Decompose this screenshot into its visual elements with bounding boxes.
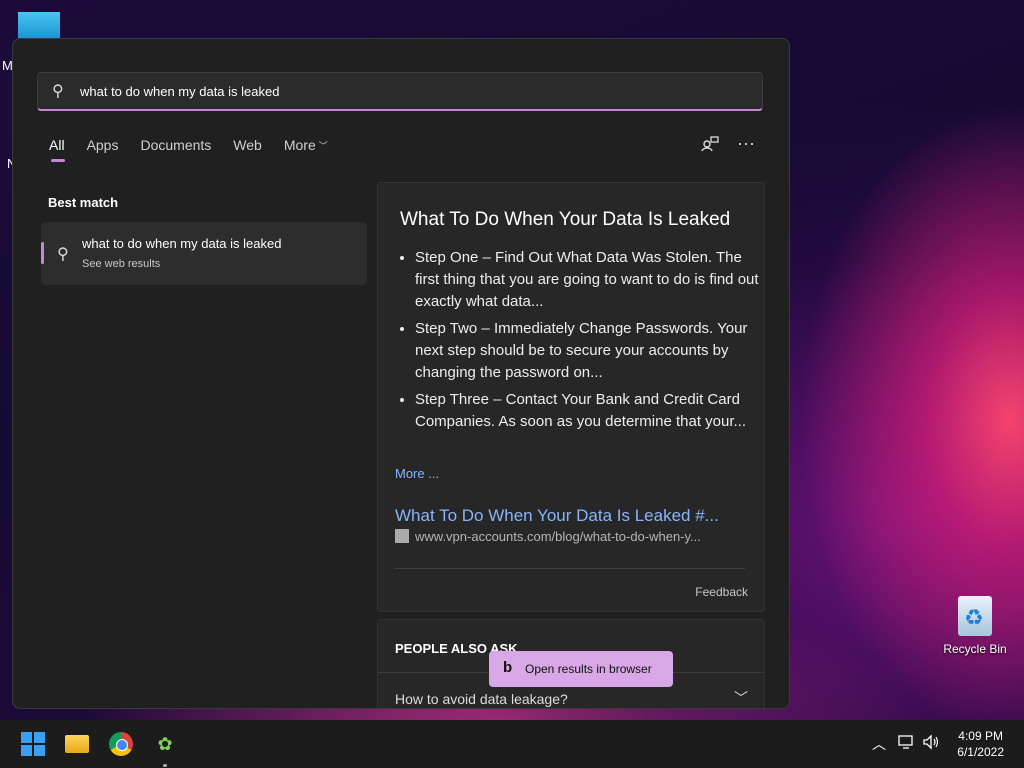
volume-icon[interactable] — [922, 734, 940, 753]
tab-web[interactable]: Web — [233, 137, 262, 163]
more-options-icon[interactable]: ··· — [737, 133, 755, 154]
clock-time: 4:09 PM — [958, 729, 1003, 743]
result-link[interactable]: What To Do When Your Data Is Leaked #... — [395, 506, 719, 526]
tab-all[interactable]: All — [49, 137, 65, 163]
paa-question[interactable]: How to avoid data leakage? — [395, 691, 568, 707]
tab-more-label: More — [283, 137, 316, 153]
list-item: Step One – Find Out What Data Was Stolen… — [415, 247, 765, 313]
open-in-browser-label: Open results in browser — [525, 662, 652, 676]
chevron-down-icon: ﹀ — [318, 141, 328, 151]
result-url-text: www.vpn-accounts.com/blog/what-to-do-whe… — [415, 529, 701, 544]
preview-steps: Step One – Find Out What Data Was Stolen… — [400, 247, 765, 438]
feedback-link[interactable]: Feedback — [695, 585, 748, 599]
app-icon[interactable]: ✿ — [153, 732, 177, 756]
web-preview-card: What To Do When Your Data Is Leaked Step… — [377, 182, 765, 612]
search-icon: ⚲ — [57, 246, 69, 263]
search-icon: ⚲ — [52, 83, 64, 100]
result-url[interactable]: www.vpn-accounts.com/blog/what-to-do-whe… — [395, 529, 701, 544]
best-match-heading: Best match — [48, 195, 119, 210]
bing-icon: b — [503, 659, 513, 676]
selection-indicator — [41, 242, 44, 264]
chevron-down-icon[interactable]: ﹀ — [734, 688, 748, 708]
search-input[interactable] — [78, 79, 742, 103]
best-match-title: what to do when my data is leaked — [82, 236, 282, 251]
clock[interactable]: 4:09 PM 6/1/2022 — [957, 728, 1004, 760]
open-in-browser-button[interactable]: b Open results in browser — [489, 651, 673, 687]
chevron-up-icon[interactable]: ︿ — [872, 734, 886, 754]
preview-title: What To Do When Your Data Is Leaked — [400, 209, 731, 230]
search-panel: ⚲ All Apps Documents Web More﹀ ··· Best … — [12, 38, 790, 709]
account-switch-icon[interactable] — [701, 135, 719, 158]
tab-documents[interactable]: Documents — [140, 137, 211, 163]
chrome-icon[interactable] — [109, 732, 133, 756]
windows-start-icon[interactable] — [21, 732, 45, 756]
file-explorer-icon[interactable] — [65, 735, 89, 753]
favicon-icon — [395, 529, 409, 543]
clock-date: 6/1/2022 — [957, 745, 1004, 759]
running-indicator — [163, 764, 167, 767]
recycle-bin-icon — [958, 596, 992, 636]
tab-apps[interactable]: Apps — [87, 137, 119, 163]
more-link[interactable]: More ... — [395, 466, 439, 481]
recycle-bin-label: Recycle Bin — [943, 642, 1007, 656]
list-item: Step Three – Contact Your Bank and Credi… — [415, 389, 765, 433]
list-item: Step Two – Immediately Change Passwords.… — [415, 318, 765, 384]
taskbar: ✿ ︿ 4:09 PM 6/1/2022 — [0, 720, 1024, 768]
best-match-item[interactable]: ⚲ what to do when my data is leaked See … — [41, 222, 367, 285]
network-icon[interactable] — [898, 734, 916, 753]
best-match-subtitle: See web results — [82, 258, 161, 270]
search-tabs: All Apps Documents Web More ﹀ — [49, 137, 328, 163]
tab-more[interactable]: More ﹀ — [284, 137, 328, 163]
divider — [395, 568, 745, 569]
desktop-icon-top[interactable] — [18, 12, 60, 40]
search-box[interactable]: ⚲ — [37, 72, 763, 111]
recycle-bin[interactable]: Recycle Bin — [940, 596, 1010, 656]
